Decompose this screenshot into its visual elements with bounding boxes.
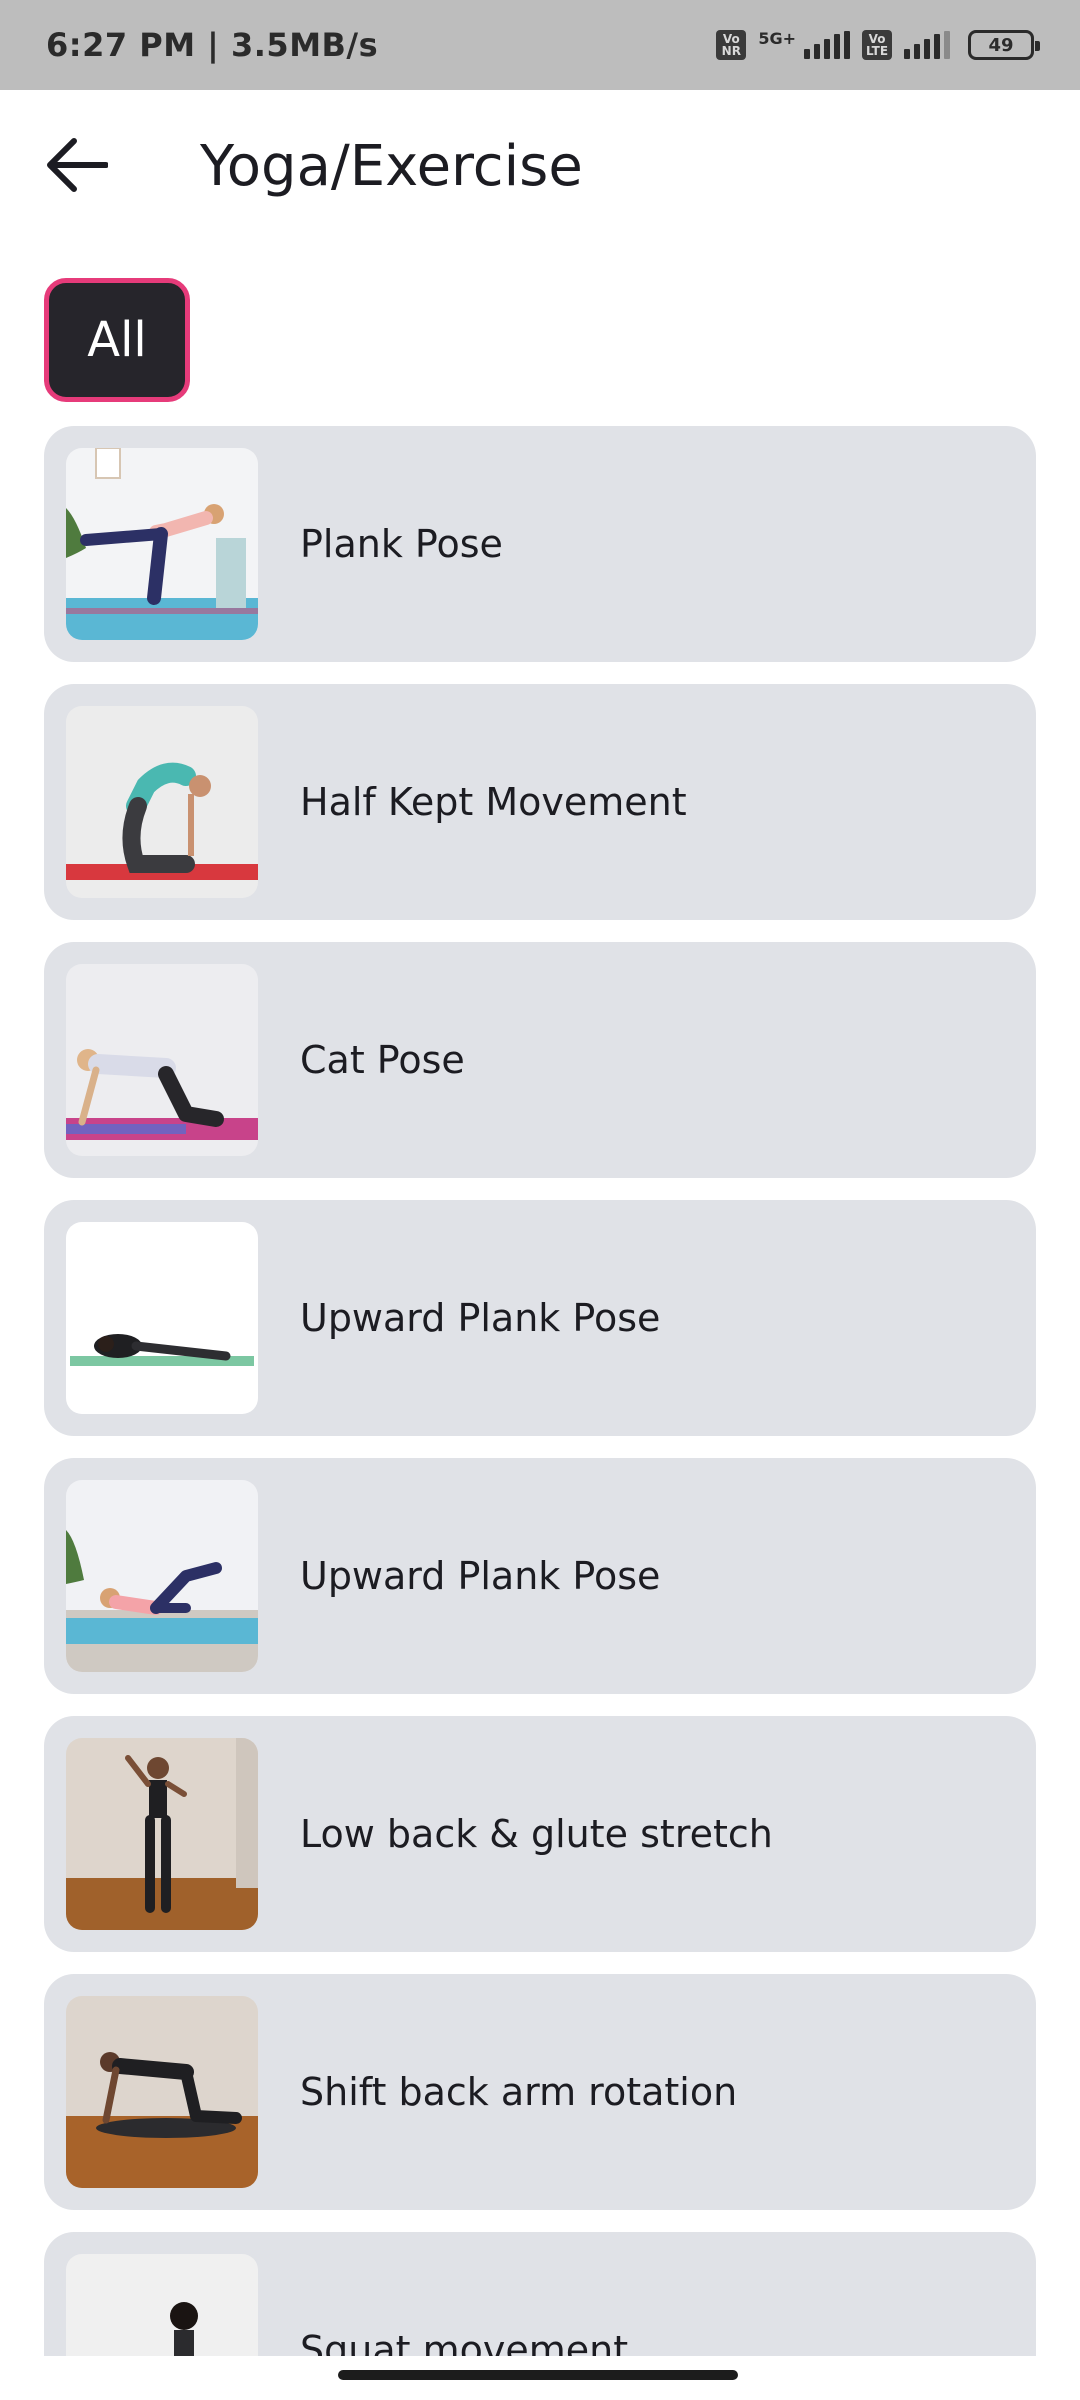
exercise-label: Upward Plank Pose <box>300 1296 661 1340</box>
exercise-label: Shift back arm rotation <box>300 2070 738 2114</box>
exercise-card[interactable]: Upward Plank Pose <box>44 1200 1036 1436</box>
exercise-card[interactable]: Cat Pose <box>44 942 1036 1178</box>
exercise-card[interactable]: Low back & glute stretch <box>44 1716 1036 1952</box>
home-indicator[interactable] <box>338 2370 738 2380</box>
exercise-label: Upward Plank Pose <box>300 1554 661 1598</box>
exercise-thumbnail <box>66 1480 258 1672</box>
network-type-label: 5G+ <box>758 28 796 48</box>
exercise-thumbnail <box>66 1738 258 1930</box>
exercise-list[interactable]: Plank Pose Half Kept Movement Cat Pose U… <box>44 426 1036 2356</box>
exercise-card[interactable]: Upward Plank Pose <box>44 1458 1036 1694</box>
app-header: Yoga/Exercise <box>0 90 1080 240</box>
exercise-label: Low back & glute stretch <box>300 1812 773 1856</box>
signal-strength-icon-2 <box>904 31 950 59</box>
exercise-label: Plank Pose <box>300 522 503 566</box>
exercise-card[interactable]: Plank Pose <box>44 426 1036 662</box>
status-bar: 6:27 PM | 3.5MB/s Vo NR 5G+ Vo LTE 49 <box>0 0 1080 90</box>
exercise-label: Half Kept Movement <box>300 780 687 824</box>
status-icons: Vo NR 5G+ Vo LTE 49 <box>716 28 1040 62</box>
exercise-label: Cat Pose <box>300 1038 465 1082</box>
exercise-label: Squat movement <box>300 2328 629 2356</box>
exercise-thumbnail <box>66 1222 258 1414</box>
exercise-thumbnail <box>66 706 258 898</box>
exercise-card[interactable]: Half Kept Movement <box>44 684 1036 920</box>
page-title: Yoga/Exercise <box>200 134 583 199</box>
volte-lte-icon: Vo LTE <box>862 30 892 60</box>
exercise-thumbnail <box>66 2254 258 2356</box>
arrow-left-icon <box>47 138 108 192</box>
status-time-speed: 6:27 PM | 3.5MB/s <box>46 26 379 64</box>
volte-nr-icon: Vo NR <box>716 30 747 60</box>
exercise-card[interactable]: Shift back arm rotation <box>44 1974 1036 2210</box>
battery-icon: 49 <box>968 30 1040 60</box>
signal-strength-icon <box>804 31 850 59</box>
filter-chip-all[interactable]: All <box>44 278 190 402</box>
exercise-card[interactable]: Squat movement <box>44 2232 1036 2356</box>
exercise-thumbnail <box>66 964 258 1156</box>
back-button[interactable] <box>42 130 112 200</box>
exercise-thumbnail <box>66 448 258 640</box>
exercise-thumbnail <box>66 1996 258 2188</box>
